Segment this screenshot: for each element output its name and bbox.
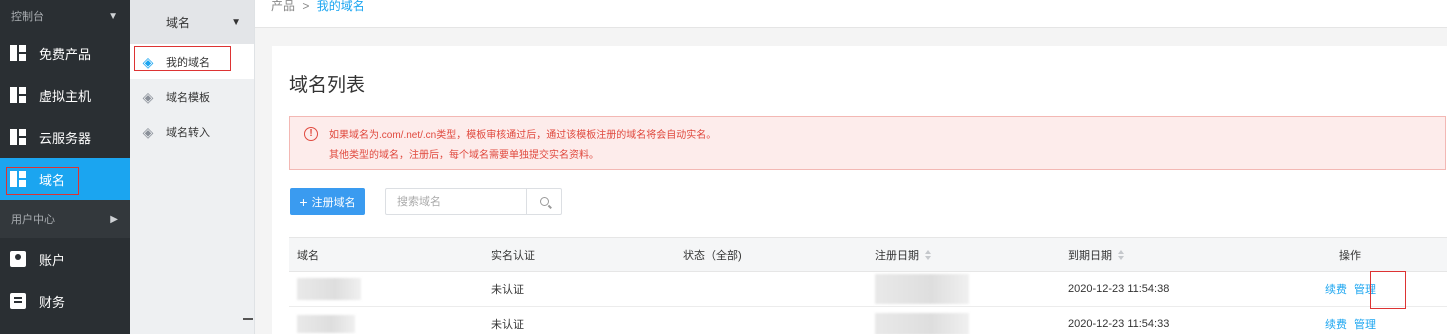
subnav-item-label: 域名转入 <box>166 126 210 139</box>
subnav-item-label: 域名模板 <box>166 91 210 104</box>
warning-icon: ! <box>304 127 318 141</box>
sidebar-item-finance[interactable]: 财务 <box>0 280 130 322</box>
domain-table: 域名 实名认证 状态（全部) 注册日期 到期日期 操作 未认证 2020-12-… <box>289 237 1447 334</box>
register-domain-label: 注册域名 <box>311 196 356 209</box>
renew-link[interactable]: 续费 <box>1325 272 1347 306</box>
sidebar-item-free-products[interactable]: 免费产品 <box>0 32 130 74</box>
col-domain: 域名 <box>297 249 319 262</box>
col-expire-date-label: 到期日期 <box>1068 249 1112 262</box>
expire-date-cell: 2020-12-23 11:54:33 <box>1068 318 1170 330</box>
search-box <box>385 188 562 215</box>
verify-cell: 未认证 <box>491 284 524 296</box>
domain-cell-redacted <box>297 272 361 306</box>
alert-line-2: 其他类型的域名，注册后，每个域名需要单独提交实名资料。 <box>329 150 599 161</box>
table-row: 未认证 2020-12-23 11:54:33 续费 管理 <box>289 307 1447 334</box>
highlight-box <box>134 46 231 71</box>
caret-down-icon: ▼ <box>231 16 241 28</box>
domain-list-card: 域名列表 ! 如果域名为.com/.net/.cn类型，模板审核通过后，通过该模… <box>272 46 1447 334</box>
sidebar-item-account[interactable]: 账户 <box>0 238 130 280</box>
search-button[interactable] <box>526 189 561 214</box>
search-icon <box>539 197 549 206</box>
sort-icon[interactable] <box>1118 249 1125 260</box>
finance-icon <box>10 293 26 309</box>
plus-icon: + <box>299 193 308 210</box>
expire-date-cell: 2020-12-23 11:54:38 <box>1068 283 1170 295</box>
register-domain-button[interactable]: + 注册域名 <box>290 188 365 215</box>
subnav-item-domain-transfer[interactable]: ◈ 域名转入 <box>130 114 254 149</box>
subnav-item-my-domains[interactable]: ◈ 我的域名 <box>130 44 254 79</box>
manage-link[interactable]: 管理 <box>1354 307 1376 334</box>
breadcrumb: 产品 > 我的域名 <box>255 0 1447 28</box>
scrollbar-handle[interactable] <box>243 318 253 320</box>
domain-icon <box>10 171 26 187</box>
user-center-section[interactable]: 用户中心 ▶ <box>0 200 130 238</box>
breadcrumb-root[interactable]: 产品 <box>271 0 295 13</box>
sidebar-item-label: 云服务器 <box>39 130 92 146</box>
sidebar-item-domain[interactable]: 域名 <box>0 158 130 200</box>
sidebar-item-virtual-host[interactable]: 虚拟主机 <box>0 74 130 116</box>
main-sidebar: 控制台 ▼ 免费产品 虚拟主机 云服务器 域名 用户中心 ▶ 账户 财务 <box>0 0 130 334</box>
subnav-header[interactable]: 域名 ▼ <box>130 0 254 44</box>
col-reg-date-label: 注册日期 <box>875 249 919 262</box>
domain-subnav: 域名 ▼ ◈ 我的域名 ◈ 域名模板 ◈ 域名转入 <box>130 0 255 334</box>
table-header: 域名 实名认证 状态（全部) 注册日期 到期日期 操作 <box>289 237 1447 272</box>
col-reg-date[interactable]: 注册日期 <box>875 238 932 271</box>
reg-date-cell-redacted <box>875 307 969 334</box>
subnav-header-label: 域名 <box>166 15 191 30</box>
sort-icon[interactable] <box>925 249 932 260</box>
sidebar-item-label: 免费产品 <box>39 46 92 62</box>
alert-line-1: 如果域名为.com/.net/.cn类型，模板审核通过后，通过该模板注册的域名将… <box>329 130 717 141</box>
search-input[interactable] <box>386 189 528 214</box>
notice-alert: ! 如果域名为.com/.net/.cn类型，模板审核通过后，通过该模板注册的域… <box>289 116 1446 170</box>
table-row: 未认证 2020-12-23 11:54:38 续费 管理 <box>289 271 1447 309</box>
col-status[interactable]: 状态（全部) <box>683 238 742 271</box>
host-icon <box>10 87 26 103</box>
console-section[interactable]: 控制台 ▼ <box>0 0 130 32</box>
reg-date-cell-redacted <box>875 272 969 306</box>
renew-link[interactable]: 续费 <box>1325 307 1347 334</box>
col-verify: 实名认证 <box>491 249 535 262</box>
breadcrumb-separator: > <box>302 0 310 13</box>
subnav-item-domain-template[interactable]: ◈ 域名模板 <box>130 79 254 114</box>
sidebar-item-cloud-server[interactable]: 云服务器 <box>0 116 130 158</box>
verify-cell: 未认证 <box>491 319 524 331</box>
layers-icon: ◈ <box>142 123 154 140</box>
col-actions: 操作 <box>1339 249 1361 262</box>
caret-right-icon: ▶ <box>110 213 118 225</box>
sidebar-item-label: 虚拟主机 <box>39 88 92 104</box>
product-icon <box>10 45 26 61</box>
page-title: 域名列表 <box>289 75 366 96</box>
breadcrumb-current[interactable]: 我的域名 <box>317 0 365 13</box>
highlight-box <box>1370 271 1406 309</box>
layers-icon: ◈ <box>142 88 154 105</box>
sidebar-item-label: 账户 <box>39 252 66 268</box>
server-icon <box>10 129 26 145</box>
col-expire-date[interactable]: 到期日期 <box>1068 238 1125 271</box>
sidebar-item-label: 财务 <box>39 294 66 310</box>
console-label: 控制台 <box>11 11 44 23</box>
caret-down-icon: ▼ <box>108 10 118 22</box>
account-icon <box>10 251 26 267</box>
user-center-label: 用户中心 <box>11 214 55 226</box>
domain-cell-redacted <box>297 307 355 334</box>
